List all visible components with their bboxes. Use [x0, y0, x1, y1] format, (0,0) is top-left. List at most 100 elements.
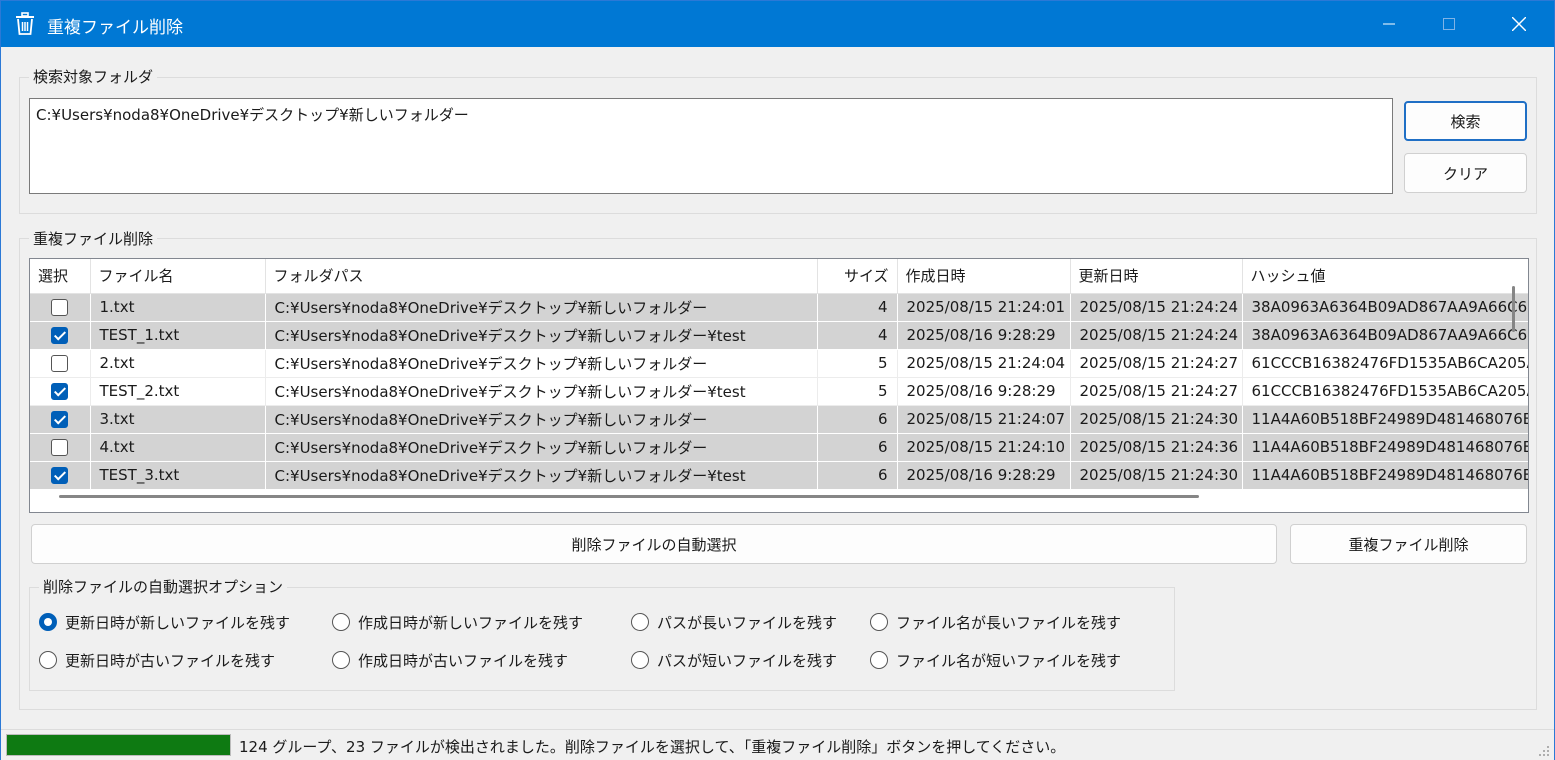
cell-filename: 1.txt	[90, 293, 266, 322]
radio-label: ファイル名が長いファイルを残す	[896, 613, 1122, 632]
radio-label: ファイル名が短いファイルを残す	[896, 651, 1122, 670]
row-select-checkbox[interactable]	[30, 349, 91, 378]
checkbox[interactable]	[51, 466, 69, 484]
auto-select-options-group	[29, 587, 1175, 691]
checkbox[interactable]	[51, 298, 69, 316]
row-select-checkbox[interactable]	[30, 321, 91, 350]
resize-grip-icon[interactable]	[1538, 745, 1550, 757]
checkbox[interactable]	[51, 354, 69, 372]
horizontal-scrollbar[interactable]	[59, 495, 1199, 498]
cell-size: 4	[817, 321, 898, 350]
status-message: 124 グループ、23 ファイルが検出されました。削除ファイルを選択して、「重複…	[239, 738, 1066, 756]
column-header-created[interactable]: 作成日時	[897, 259, 1071, 294]
row-select-checkbox[interactable]	[30, 377, 91, 406]
duplicate-files-group-label: 重複ファイル削除	[29, 228, 158, 249]
radio-button[interactable]	[631, 613, 649, 631]
row-select-checkbox[interactable]	[30, 405, 91, 434]
column-header-select[interactable]: 選択	[30, 259, 91, 294]
row-select-checkbox[interactable]	[30, 293, 91, 322]
cell-folderpath: C:¥Users¥noda8¥OneDrive¥デスクトップ¥新しいフォルダー	[265, 349, 818, 378]
checkbox[interactable]	[51, 382, 69, 400]
delete-duplicates-button[interactable]: 重複ファイル削除	[1290, 524, 1527, 564]
cell-filename: 3.txt	[90, 405, 266, 434]
radio-button[interactable]	[332, 613, 350, 631]
auto-select-option-radio[interactable]: 更新日時が新しいファイルを残す	[39, 611, 290, 633]
cell-created: 2025/08/15 21:24:07	[897, 405, 1071, 434]
column-header-hash[interactable]: ハッシュ値	[1242, 259, 1528, 294]
cell-modified: 2025/08/15 21:24:27	[1070, 377, 1243, 406]
table-row[interactable]: TEST_1.txt C:¥Users¥noda8¥OneDrive¥デスクトップ…	[30, 321, 1528, 350]
table-row[interactable]: 2.txt C:¥Users¥noda8¥OneDrive¥デスクトップ¥新しいフ…	[30, 349, 1528, 378]
close-button[interactable]	[1489, 1, 1549, 47]
maximize-button[interactable]	[1419, 1, 1479, 47]
title-bar: 重複ファイル削除	[1, 1, 1554, 47]
auto-select-option-radio[interactable]: 更新日時が古いファイルを残す	[39, 649, 275, 671]
cell-filename: 2.txt	[90, 349, 266, 378]
cell-created: 2025/08/16 9:28:29	[897, 377, 1071, 406]
checkbox[interactable]	[51, 410, 69, 428]
cell-created: 2025/08/16 9:28:29	[897, 461, 1071, 490]
auto-select-option-radio[interactable]: パスが長いファイルを残す	[631, 611, 837, 633]
auto-select-option-radio[interactable]: 作成日時が新しいファイルを残す	[332, 611, 583, 633]
row-select-checkbox[interactable]	[30, 461, 91, 490]
radio-label: 更新日時が古いファイルを残す	[65, 651, 276, 670]
cell-folderpath: C:¥Users¥noda8¥OneDrive¥デスクトップ¥新しいフォルダー	[265, 293, 818, 322]
minimize-button[interactable]	[1359, 1, 1419, 47]
duplicate-files-grid[interactable]: 選択 ファイル名 フォルダパス サイズ 作成日時 更新日時 ハッシュ値 1.tx…	[29, 258, 1529, 513]
table-row[interactable]: 1.txt C:¥Users¥noda8¥OneDrive¥デスクトップ¥新しいフ…	[30, 293, 1528, 322]
radio-label: 作成日時が古いファイルを残す	[358, 651, 569, 670]
radio-button[interactable]	[332, 651, 350, 669]
auto-select-option-radio[interactable]: 作成日時が古いファイルを残す	[332, 649, 568, 671]
radio-label: 作成日時が新しいファイルを残す	[358, 613, 584, 632]
cell-size: 6	[817, 405, 898, 434]
radio-button[interactable]	[631, 651, 649, 669]
table-row[interactable]: 4.txt C:¥Users¥noda8¥OneDrive¥デスクトップ¥新しいフ…	[30, 433, 1528, 462]
cell-hash: 11A4A60B518BF24989D481468076E!	[1242, 461, 1528, 490]
cell-size: 4	[817, 293, 898, 322]
cell-filename: TEST_1.txt	[90, 321, 266, 350]
clear-button[interactable]: クリア	[1404, 153, 1527, 193]
radio-button[interactable]	[39, 651, 57, 669]
table-row[interactable]: TEST_2.txt C:¥Users¥noda8¥OneDrive¥デスクトップ…	[30, 377, 1528, 406]
column-header-folderpath[interactable]: フォルダパス	[265, 259, 818, 294]
cell-folderpath: C:¥Users¥noda8¥OneDrive¥デスクトップ¥新しいフォルダー¥…	[265, 377, 818, 406]
search-button[interactable]: 検索	[1404, 101, 1527, 141]
table-header-row: 選択 ファイル名 フォルダパス サイズ 作成日時 更新日時 ハッシュ値	[30, 259, 1528, 294]
radio-label: パスが長いファイルを残す	[657, 613, 838, 632]
cell-hash: 61CCCB16382476FD1535AB6CA205A	[1242, 349, 1528, 378]
folder-path-input[interactable]: C:¥Users¥noda8¥OneDrive¥デスクトップ¥新しいフォルダー	[29, 98, 1393, 194]
cell-modified: 2025/08/15 21:24:27	[1070, 349, 1243, 378]
search-folder-group-label: 検索対象フォルダ	[29, 66, 158, 87]
table-row[interactable]: 3.txt C:¥Users¥noda8¥OneDrive¥デスクトップ¥新しいフ…	[30, 405, 1528, 434]
auto-select-option-radio[interactable]: パスが短いファイルを残す	[631, 649, 837, 671]
cell-folderpath: C:¥Users¥noda8¥OneDrive¥デスクトップ¥新しいフォルダー	[265, 405, 818, 434]
radio-button[interactable]	[39, 613, 57, 631]
radio-label: 更新日時が新しいファイルを残す	[65, 613, 291, 632]
row-select-checkbox[interactable]	[30, 433, 91, 462]
radio-label: パスが短いファイルを残す	[657, 651, 838, 670]
cell-hash: 38A0963A6364B09AD867AA9A66C6	[1242, 321, 1528, 350]
table-row[interactable]: TEST_3.txt C:¥Users¥noda8¥OneDrive¥デスクトップ…	[30, 461, 1528, 490]
radio-button[interactable]	[870, 613, 888, 631]
column-header-filename[interactable]: ファイル名	[90, 259, 266, 294]
cell-size: 5	[817, 377, 898, 406]
cell-created: 2025/08/15 21:24:04	[897, 349, 1071, 378]
cell-size: 5	[817, 349, 898, 378]
column-header-size[interactable]: サイズ	[817, 259, 898, 294]
cell-modified: 2025/08/15 21:24:36	[1070, 433, 1243, 462]
cell-modified: 2025/08/15 21:24:30	[1070, 461, 1243, 490]
auto-select-option-radio[interactable]: ファイル名が長いファイルを残す	[870, 611, 1121, 633]
auto-select-option-radio[interactable]: ファイル名が短いファイルを残す	[870, 649, 1121, 671]
column-header-modified[interactable]: 更新日時	[1070, 259, 1243, 294]
auto-select-button[interactable]: 削除ファイルの自動選択	[31, 524, 1277, 564]
minimize-icon	[1383, 23, 1395, 25]
checkbox[interactable]	[51, 438, 69, 456]
cell-created: 2025/08/15 21:24:10	[897, 433, 1071, 462]
window-title: 重複ファイル削除	[47, 18, 183, 38]
status-bar: 124 グループ、23 ファイルが検出されました。削除ファイルを選択して、「重複…	[1, 729, 1554, 760]
cell-size: 6	[817, 433, 898, 462]
radio-button[interactable]	[870, 651, 888, 669]
vertical-scrollbar[interactable]	[1512, 286, 1515, 332]
cell-created: 2025/08/16 9:28:29	[897, 321, 1071, 350]
checkbox[interactable]	[51, 326, 69, 344]
